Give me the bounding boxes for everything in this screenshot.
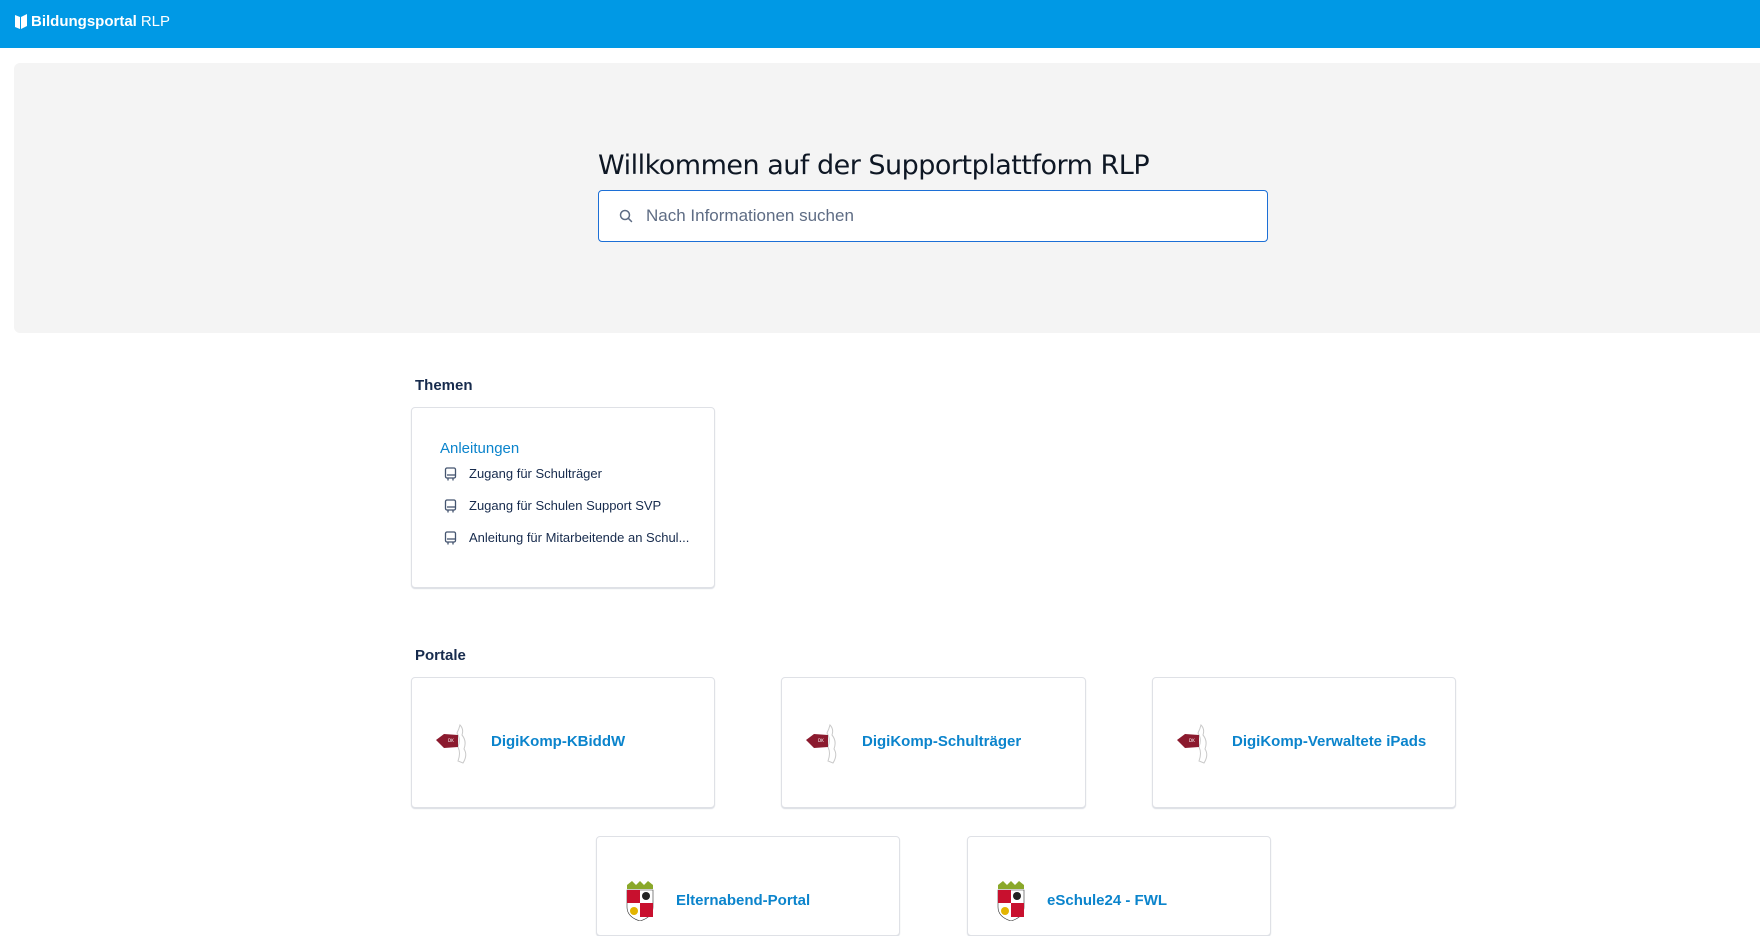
portal-card-eschule24[interactable]: eSchule24 - FWL — [967, 836, 1271, 936]
book-icon — [444, 466, 457, 480]
book-icon — [444, 498, 457, 512]
topic-item-label: Zugang für Schulträger — [469, 466, 602, 481]
topic-item-label: Zugang für Schulen Support SVP — [469, 498, 662, 513]
digikomp-logo-icon: DK — [1177, 724, 1208, 764]
topic-card-anleitungen: Anleitungen Zugang für Schulträger Zugan… — [411, 407, 715, 588]
portal-name: DigiKomp-Verwaltete iPads — [1232, 733, 1427, 750]
search-box[interactable] — [598, 190, 1268, 242]
top-bar: Bildungsportal RLP — [0, 0, 1760, 48]
brand-logo-link[interactable]: Bildungsportal RLP — [14, 13, 170, 30]
book-icon — [444, 530, 457, 544]
svg-text:DK: DK — [818, 738, 824, 743]
topic-item-anleitung-mitarbeitende[interactable]: Anleitung für Mitarbeitende an Schul... — [444, 530, 689, 545]
brand-name: Bildungsportal — [31, 13, 137, 30]
topic-item-zugang-schulen[interactable]: Zugang für Schulen Support SVP — [444, 498, 661, 513]
portal-name: DigiKomp-KBiddW — [491, 733, 626, 750]
digikomp-logo-icon: DK — [806, 724, 837, 764]
portal-name: eSchule24 - FWL — [1047, 892, 1168, 909]
topic-card-title[interactable]: Anleitungen — [440, 440, 519, 457]
svg-text:DK: DK — [1189, 738, 1195, 743]
search-icon — [619, 209, 633, 223]
section-label-portale: Portale — [415, 647, 466, 664]
portal-name: DigiKomp-Schulträger — [862, 733, 1022, 750]
topic-item-label: Anleitung für Mitarbeitende an Schul... — [469, 530, 690, 545]
portal-card-digikomp-kbiddw[interactable]: DK DigiKomp-KBiddW — [411, 677, 715, 808]
digikomp-logo-icon: DK — [436, 724, 467, 764]
book-shield-icon — [15, 14, 27, 29]
portal-name: Elternabend-Portal — [676, 892, 811, 909]
search-input[interactable] — [644, 205, 1208, 227]
topic-item-zugang-schultraeger[interactable]: Zugang für Schulträger — [444, 466, 602, 481]
svg-text:DK: DK — [448, 738, 454, 743]
portal-card-elternabend[interactable]: Elternabend-Portal — [596, 836, 900, 936]
rlp-coat-of-arms-icon — [626, 881, 654, 921]
portal-card-digikomp-verwaltete-ipads[interactable]: DK DigiKomp-Verwaltete iPads — [1152, 677, 1456, 808]
rlp-coat-of-arms-icon — [997, 881, 1025, 921]
brand-suffix: RLP — [140, 13, 171, 30]
portal-card-digikomp-schultraeger[interactable]: DK DigiKomp-Schulträger — [781, 677, 1086, 808]
section-label-themen: Themen — [415, 377, 473, 394]
page-title: Willkommen auf der Supportplattform RLP — [598, 150, 1150, 181]
